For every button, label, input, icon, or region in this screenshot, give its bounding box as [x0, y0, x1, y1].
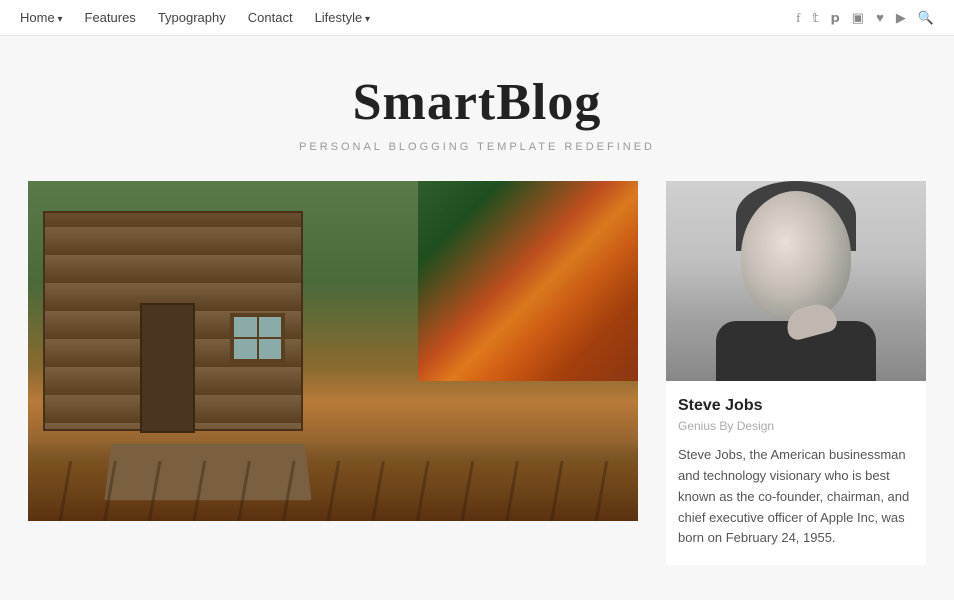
nav-left: Home Features Typography Contact Lifesty… [20, 10, 370, 25]
cabin-scene [28, 181, 638, 521]
main-post [28, 181, 638, 565]
sidebar-post-text: Steve Jobs Genius By Design Steve Jobs, … [666, 381, 926, 565]
instagram-icon[interactable]: ▣ [852, 10, 864, 26]
portrait-face [741, 191, 851, 321]
main-post-image[interactable] [28, 181, 638, 521]
sidebar-post: Steve Jobs Genius By Design Steve Jobs, … [666, 181, 926, 565]
foreground-branches [28, 461, 638, 521]
hero-section: SmartBlog PERSONAL BLOGGING TEMPLATE RED… [0, 36, 954, 181]
site-title: SmartBlog [20, 74, 934, 131]
nav-item-contact[interactable]: Contact [248, 10, 293, 25]
cabin-door [140, 303, 195, 433]
facebook-icon[interactable]: f [796, 10, 800, 26]
twitter-icon[interactable]: 𝕥 [812, 10, 818, 26]
nav-item-typography[interactable]: Typography [158, 10, 226, 25]
pinterest-icon[interactable]: 𝗽 [830, 10, 839, 26]
navbar: Home Features Typography Contact Lifesty… [0, 0, 954, 36]
nav-item-lifestyle[interactable]: Lifestyle [315, 10, 371, 25]
nav-item-features[interactable]: Features [85, 10, 136, 25]
sidebar-post-image[interactable] [666, 181, 926, 381]
heart-icon[interactable]: ♥ [876, 10, 884, 26]
autumn-trees [418, 181, 638, 381]
nav-right: f 𝕥 𝗽 ▣ ♥ ▶ 🔍 [796, 10, 934, 26]
cabin-wall [43, 211, 303, 431]
post-description: Steve Jobs, the American businessman and… [678, 445, 914, 549]
search-icon[interactable]: 🔍 [918, 10, 934, 26]
sidebar: Steve Jobs Genius By Design Steve Jobs, … [638, 181, 926, 565]
site-subtitle: PERSONAL BLOGGING TEMPLATE REDEFINED [20, 141, 934, 153]
cabin-window [230, 313, 285, 363]
content-area: Steve Jobs Genius By Design Steve Jobs, … [0, 181, 954, 565]
rss-icon[interactable]: ▶ [896, 10, 906, 26]
nav-item-home[interactable]: Home [20, 10, 63, 25]
post-title: Steve Jobs [678, 397, 914, 415]
post-tag: Genius By Design [678, 419, 914, 433]
